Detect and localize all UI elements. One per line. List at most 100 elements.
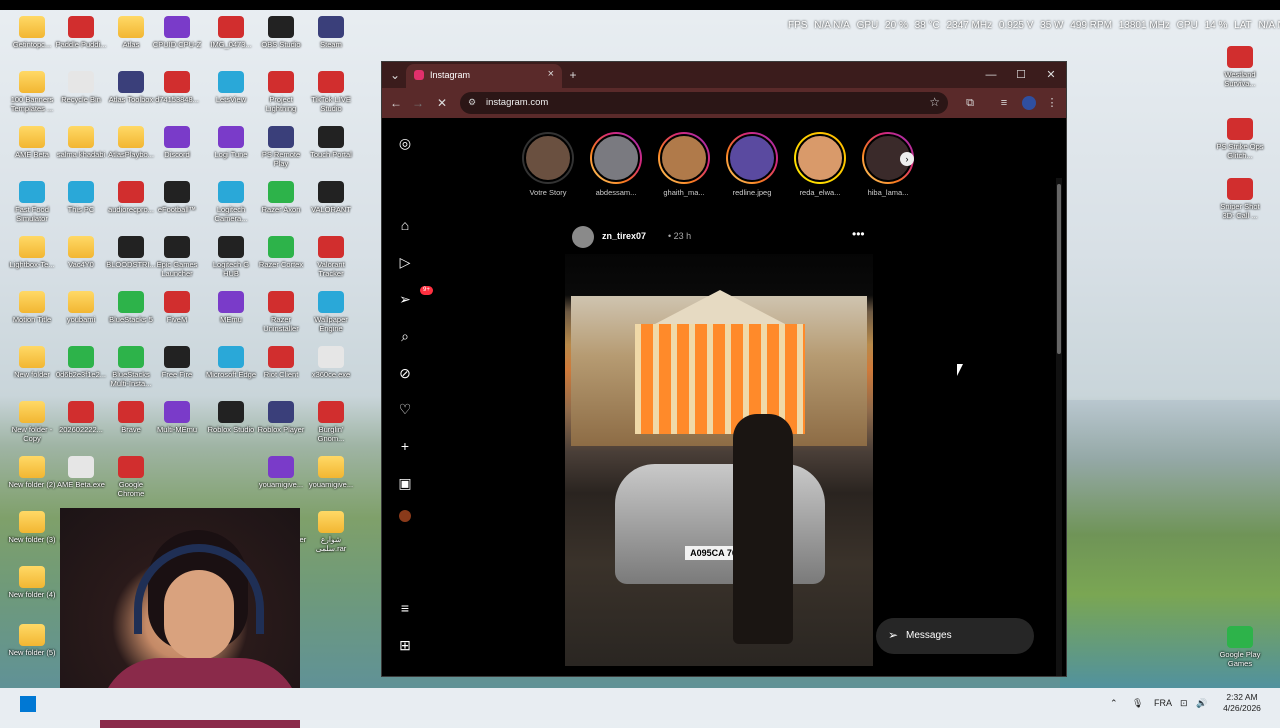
- post-photo[interactable]: A095CA 761: [565, 254, 873, 666]
- post-username[interactable]: zn_tirex07: [602, 231, 646, 241]
- profile-avatar[interactable]: [1022, 96, 1036, 110]
- forward-arrow-icon[interactable]: →: [410, 95, 426, 111]
- desktop-icon[interactable]: New folder (5): [6, 624, 58, 657]
- desktop-icon[interactable]: youamigive...: [255, 456, 307, 489]
- search-icon[interactable]: ⌕: [396, 327, 414, 345]
- desktop-icon[interactable]: youbami: [55, 291, 107, 324]
- desktop-icon[interactable]: PS Remote Play: [255, 126, 307, 168]
- volume-icon[interactable]: 🔊: [1196, 698, 1207, 709]
- desktop-icon[interactable]: Logi Tune: [205, 126, 257, 159]
- desktop-icon[interactable]: Free Fire: [151, 346, 203, 379]
- desktop-icon[interactable]: Razer Uninstaller: [255, 291, 307, 333]
- desktop-icon[interactable]: BlueStacks 5: [105, 291, 157, 324]
- story-item[interactable]: redline.jpeg: [722, 132, 782, 197]
- desktop-icon[interactable]: Atlas Toolbox: [105, 71, 157, 104]
- page-scrollbar[interactable]: [1056, 178, 1062, 676]
- site-info-icon[interactable]: ⚙: [468, 97, 480, 109]
- desktop-icon[interactable]: Paddle Puddi...: [55, 16, 107, 49]
- maximize-button[interactable]: ☐: [1006, 66, 1036, 84]
- desktop-icon[interactable]: Valorant Tracker: [305, 236, 357, 278]
- address-bar[interactable]: ⚙ instagram.com ☆: [460, 92, 948, 114]
- desktop-icon[interactable]: Vac4Y0: [55, 236, 107, 269]
- bookmark-star-icon[interactable]: ☆: [929, 95, 940, 109]
- start-windows-icon[interactable]: [20, 696, 36, 712]
- desktop-icon[interactable]: New folder - Copy: [6, 401, 58, 443]
- post-author-avatar[interactable]: [572, 226, 594, 248]
- desktop-icon[interactable]: New folder: [6, 346, 58, 379]
- stories-next-chevron-icon[interactable]: ›: [900, 152, 914, 166]
- desktop-icon[interactable]: Logitech G HUB: [205, 236, 257, 278]
- reels-icon[interactable]: ▷: [396, 253, 414, 271]
- also-from-meta-icon[interactable]: ⊞: [396, 636, 414, 654]
- desktop-icon[interactable]: BLOODSTRI...: [105, 236, 157, 269]
- explore-icon[interactable]: ⊘: [396, 364, 414, 382]
- direct-icon[interactable]: ➢ 9+: [396, 286, 433, 308]
- desktop-icon[interactable]: 100 Banners Templates ...: [6, 71, 58, 113]
- story-item[interactable]: ghaith_ma...: [654, 132, 714, 197]
- desktop-icon[interactable]: Touch Portal: [305, 126, 357, 159]
- desktop-icon[interactable]: Lightbox-Te...: [6, 236, 58, 269]
- desktop-icon[interactable]: Riot Client: [255, 346, 307, 379]
- desktop-icon[interactable]: شوارع سلمى.rar: [305, 511, 357, 553]
- tab-instagram[interactable]: Instagram ×: [406, 64, 562, 88]
- desktop-icon[interactable]: AtlasPlaybo...: [105, 126, 157, 159]
- desktop-icon[interactable]: Steam: [305, 16, 357, 49]
- create-plus-icon[interactable]: +: [396, 437, 414, 455]
- desktop-icon[interactable]: Discord: [151, 126, 203, 159]
- back-arrow-icon[interactable]: ←: [388, 95, 404, 111]
- home-icon[interactable]: ⌂: [396, 216, 414, 234]
- minimize-button[interactable]: —: [976, 66, 1006, 84]
- desktop-icon[interactable]: audiorecpro...: [105, 181, 157, 214]
- desktop-icon[interactable]: AME Beta: [6, 126, 58, 159]
- tab-search-chevron-icon[interactable]: ⌄: [386, 66, 404, 84]
- desktop-icon[interactable]: Roblox Studio: [205, 401, 257, 434]
- desktop-icon[interactable]: TikTok LIVE Studio: [305, 71, 357, 113]
- desktop-icon[interactable]: VALORANT: [305, 181, 357, 214]
- stop-loading-icon[interactable]: ✕: [434, 95, 450, 111]
- desktop-icon[interactable]: Google Chrome: [105, 456, 157, 498]
- desktop-icon[interactable]: BlueStacks Multi-Insta...: [105, 346, 157, 388]
- desktop-icon[interactable]: x360ce.exe: [305, 346, 357, 379]
- desktop-icon[interactable]: IMG_0473...: [205, 16, 257, 49]
- desktop-icon[interactable]: Atlas: [105, 16, 157, 49]
- desktop-icon[interactable]: Westland Surviva...: [1214, 46, 1266, 88]
- desktop-icon[interactable]: Roblox Player: [255, 401, 307, 434]
- desktop-icon[interactable]: Razer Axon: [255, 181, 307, 214]
- story-item[interactable]: abdessam...: [586, 132, 646, 197]
- desktop-icon[interactable]: Project Lightning: [255, 71, 307, 113]
- desktop-icon[interactable]: OBS Studio: [255, 16, 307, 49]
- desktop-icon[interactable]: This PC: [55, 181, 107, 214]
- desktop-icon[interactable]: LetsView: [205, 71, 257, 104]
- desktop-icon[interactable]: eFootball™: [151, 181, 203, 214]
- desktop-icon[interactable]: youamigive...: [305, 456, 357, 489]
- desktop-icon[interactable]: Getintopc...: [6, 16, 58, 49]
- desktop-icon[interactable]: Fast Food Simulator: [6, 181, 58, 223]
- desktop-icon[interactable]: 202602222...: [55, 401, 107, 434]
- network-icon[interactable]: ⊡: [1180, 698, 1188, 709]
- profile-avatar-icon[interactable]: [399, 510, 411, 522]
- menu-kebab-icon[interactable]: ⋮: [1044, 95, 1060, 111]
- desktop-icon[interactable]: Burglin' Gnom...: [305, 401, 357, 443]
- story-item[interactable]: Votre Story: [518, 132, 578, 197]
- desktop-icon[interactable]: MEmu: [205, 291, 257, 324]
- microphone-icon[interactable]: 🎙: [1132, 698, 1143, 709]
- desktop-icon[interactable]: Brave: [105, 401, 157, 434]
- tray-chevron-icon[interactable]: ⌃: [1110, 698, 1118, 709]
- post-options-icon[interactable]: •••: [852, 227, 865, 241]
- extensions-icon[interactable]: ⧉: [962, 95, 978, 111]
- clock[interactable]: 2:32 AM 4/26/2026: [1212, 692, 1272, 714]
- desktop-icon[interactable]: d74153848...: [151, 71, 203, 104]
- desktop-icon[interactable]: New folder (4): [6, 566, 58, 599]
- desktop-icon[interactable]: New folder (3): [6, 511, 58, 544]
- desktop-icon[interactable]: Sniper Shot 3D: Call ...: [1214, 178, 1266, 220]
- desktop-icon[interactable]: Google Play Games: [1214, 626, 1266, 668]
- notifications-heart-icon[interactable]: ♡: [396, 400, 414, 418]
- desktop-icon[interactable]: Motion Title: [6, 291, 58, 324]
- more-menu-icon[interactable]: ≡: [396, 599, 414, 617]
- desktop-icon[interactable]: Recycle Bin: [55, 71, 107, 104]
- story-item[interactable]: reda_elwa...: [790, 132, 850, 197]
- desktop-icon[interactable]: Razer Cortex: [255, 236, 307, 269]
- desktop-icon[interactable]: CPUID CPU-Z: [151, 16, 203, 49]
- dashboard-icon[interactable]: ▣: [396, 474, 414, 492]
- language-indicator[interactable]: FRA: [1154, 698, 1172, 708]
